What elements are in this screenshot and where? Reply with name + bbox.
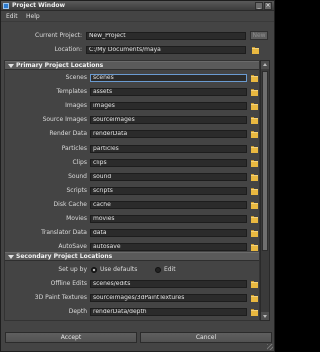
clips-label: Clips [72, 158, 87, 166]
disk-cache-label: Disk Cache [53, 200, 87, 208]
scripts-field[interactable]: scripts [90, 186, 247, 195]
maya-app-icon [3, 3, 9, 9]
particles-field[interactable]: particles [90, 144, 247, 153]
edit-label[interactable]: Edit [164, 266, 176, 274]
images-label: Images [65, 102, 87, 110]
location-field[interactable]: C:/My Documents/maya [86, 46, 246, 54]
3d-paint-textures-label: 3D Paint Textures [34, 294, 87, 302]
menu-edit[interactable]: Edit [6, 14, 18, 20]
scrollbar-thumb[interactable] [262, 71, 268, 251]
minimize-icon[interactable]: _ [255, 2, 263, 10]
resize-grip[interactable] [267, 344, 273, 350]
sound-folder-icon[interactable] [251, 173, 258, 181]
movies-label: Movies [66, 215, 87, 222]
images-field[interactable]: images [90, 102, 247, 111]
images-folder-icon[interactable] [251, 103, 258, 111]
project-window: Project Window _ × Edit Help Current Pro… [0, 0, 275, 352]
3d-paint-textures-folder-icon[interactable] [251, 295, 258, 303]
scenes-label: Scenes [65, 74, 87, 81]
render-data-folder-icon[interactable] [251, 131, 258, 139]
render-data-label: Render Data [49, 130, 87, 138]
new-project-button[interactable]: New [250, 31, 268, 40]
disk-cache-folder-icon[interactable] [251, 201, 258, 209]
translator-data-label: Translator Data [41, 229, 87, 237]
scripts-label: Scripts [66, 186, 87, 194]
particles-label: Particles [61, 144, 87, 152]
source-images-field[interactable]: sourceimages [90, 116, 247, 125]
clips-field[interactable]: clips [90, 158, 247, 167]
3d-paint-textures-field[interactable]: sourceimages/3dPaintTextures [90, 294, 247, 303]
scripts-folder-icon[interactable] [251, 187, 258, 195]
project-locations-panel[interactable]: Primary Project Locations Scenes scenes Te… [4, 60, 260, 321]
title-bar[interactable]: Project Window _ × [1, 1, 274, 11]
window-title: Project Window [12, 2, 66, 9]
cancel-button[interactable]: Cancel [140, 332, 272, 343]
movies-field[interactable]: movies [90, 215, 247, 223]
depth-field[interactable]: renderData/depth [90, 308, 247, 317]
secondary-section-title: Secondary Project Locations [16, 253, 113, 260]
edit-radio[interactable] [155, 267, 161, 273]
close-icon[interactable]: × [264, 2, 272, 10]
use-defaults-radio[interactable] [91, 267, 97, 273]
autosave-label: AutoSave [58, 243, 87, 251]
menu-help[interactable]: Help [26, 14, 40, 20]
collapse-triangle-icon [8, 64, 14, 68]
source-images-folder-icon[interactable] [251, 117, 258, 125]
primary-section-header[interactable]: Primary Project Locations [5, 61, 259, 70]
primary-section-title: Primary Project Locations [16, 62, 104, 69]
depth-folder-icon[interactable] [251, 309, 258, 317]
sound-label: Sound [68, 172, 87, 180]
current-project-field[interactable]: New_Project [86, 32, 246, 40]
sound-field[interactable]: sound [90, 172, 247, 181]
autosave-field[interactable]: autosave [90, 243, 247, 252]
depth-label: Depth [68, 308, 87, 316]
scroll-down-icon[interactable] [261, 312, 269, 320]
templates-field[interactable]: assets [90, 88, 247, 97]
disk-cache-field[interactable]: cache [90, 200, 247, 209]
offline-edits-folder-icon[interactable] [251, 281, 258, 288]
collapse-triangle-icon [8, 255, 14, 259]
scenes-folder-icon[interactable] [251, 75, 258, 82]
templates-folder-icon[interactable] [251, 89, 258, 97]
accept-button[interactable]: Accept [5, 332, 137, 343]
render-data-field[interactable]: renderData [90, 130, 247, 139]
location-folder-icon[interactable] [252, 47, 259, 54]
use-defaults-label[interactable]: Use defaults [100, 266, 137, 274]
particles-folder-icon[interactable] [251, 145, 258, 153]
scenes-field[interactable]: scenes [90, 74, 247, 82]
vertical-scrollbar[interactable] [260, 60, 270, 321]
translator-data-field[interactable]: data [90, 229, 247, 238]
translator-data-folder-icon[interactable] [251, 230, 258, 238]
offline-edits-field[interactable]: scenes/edits [90, 280, 247, 288]
secondary-section-header[interactable]: Secondary Project Locations [5, 252, 259, 261]
offline-edits-label: Offline Edits [50, 280, 87, 287]
autosave-folder-icon[interactable] [251, 244, 258, 252]
movies-folder-icon[interactable] [251, 216, 258, 223]
scroll-up-icon[interactable] [261, 61, 269, 69]
current-project-label: Current Project: [35, 32, 82, 39]
menu-bar: Edit Help [1, 12, 274, 22]
setup-by-label: Set up by [58, 266, 87, 273]
location-label: Location: [54, 46, 82, 53]
clips-folder-icon[interactable] [251, 159, 258, 167]
templates-label: Templates [56, 88, 87, 96]
source-images-label: Source Images [42, 116, 87, 124]
